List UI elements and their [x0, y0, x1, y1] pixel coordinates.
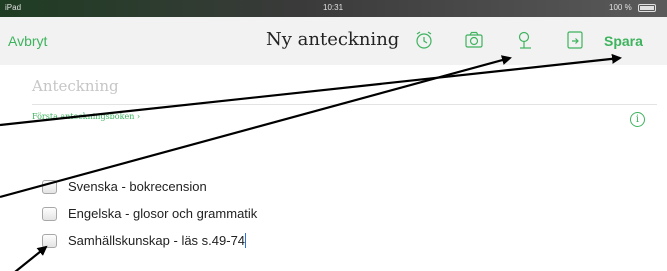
checklist-item-label[interactable]: Engelska - glosor och grammatik: [68, 206, 257, 221]
status-bar: iPad 10:31 100 %: [0, 0, 667, 17]
checkbox[interactable]: [42, 207, 57, 221]
checklist-item: Svenska - bokrecension: [42, 178, 542, 198]
clock: 10:31: [323, 3, 344, 12]
cancel-button[interactable]: Avbryt: [8, 33, 47, 49]
divider: [32, 104, 657, 105]
arrow-to-checkbox: [14, 245, 48, 271]
map-pin-icon[interactable]: [515, 29, 537, 51]
checklist-item: Samhällskunskap - läs s.49-74: [42, 232, 542, 252]
device-label: iPad: [5, 3, 22, 12]
camera-icon[interactable]: [463, 29, 485, 51]
text-cursor: [245, 233, 247, 248]
battery-icon: [638, 4, 656, 12]
save-button[interactable]: Spara: [604, 33, 643, 49]
battery-percent: 100 %: [609, 3, 632, 12]
share-icon[interactable]: [564, 29, 586, 51]
info-icon[interactable]: i: [630, 112, 645, 127]
nav-bar: Avbryt Ny anteckning Spara: [0, 17, 667, 65]
note-title-field[interactable]: Anteckning: [32, 77, 119, 95]
checklist-item: Engelska - glosor och grammatik: [42, 205, 542, 225]
checklist-item-label[interactable]: Samhällskunskap - läs s.49-74: [68, 233, 247, 248]
checkbox[interactable]: [42, 234, 57, 248]
alarm-clock-icon[interactable]: [413, 29, 435, 51]
checklist-item-label[interactable]: Svenska - bokrecension: [68, 179, 207, 194]
notebook-selector[interactable]: Första anteckningsboken ›: [32, 112, 140, 121]
checkbox[interactable]: [42, 180, 57, 194]
page-title: Ny anteckning: [266, 29, 400, 50]
